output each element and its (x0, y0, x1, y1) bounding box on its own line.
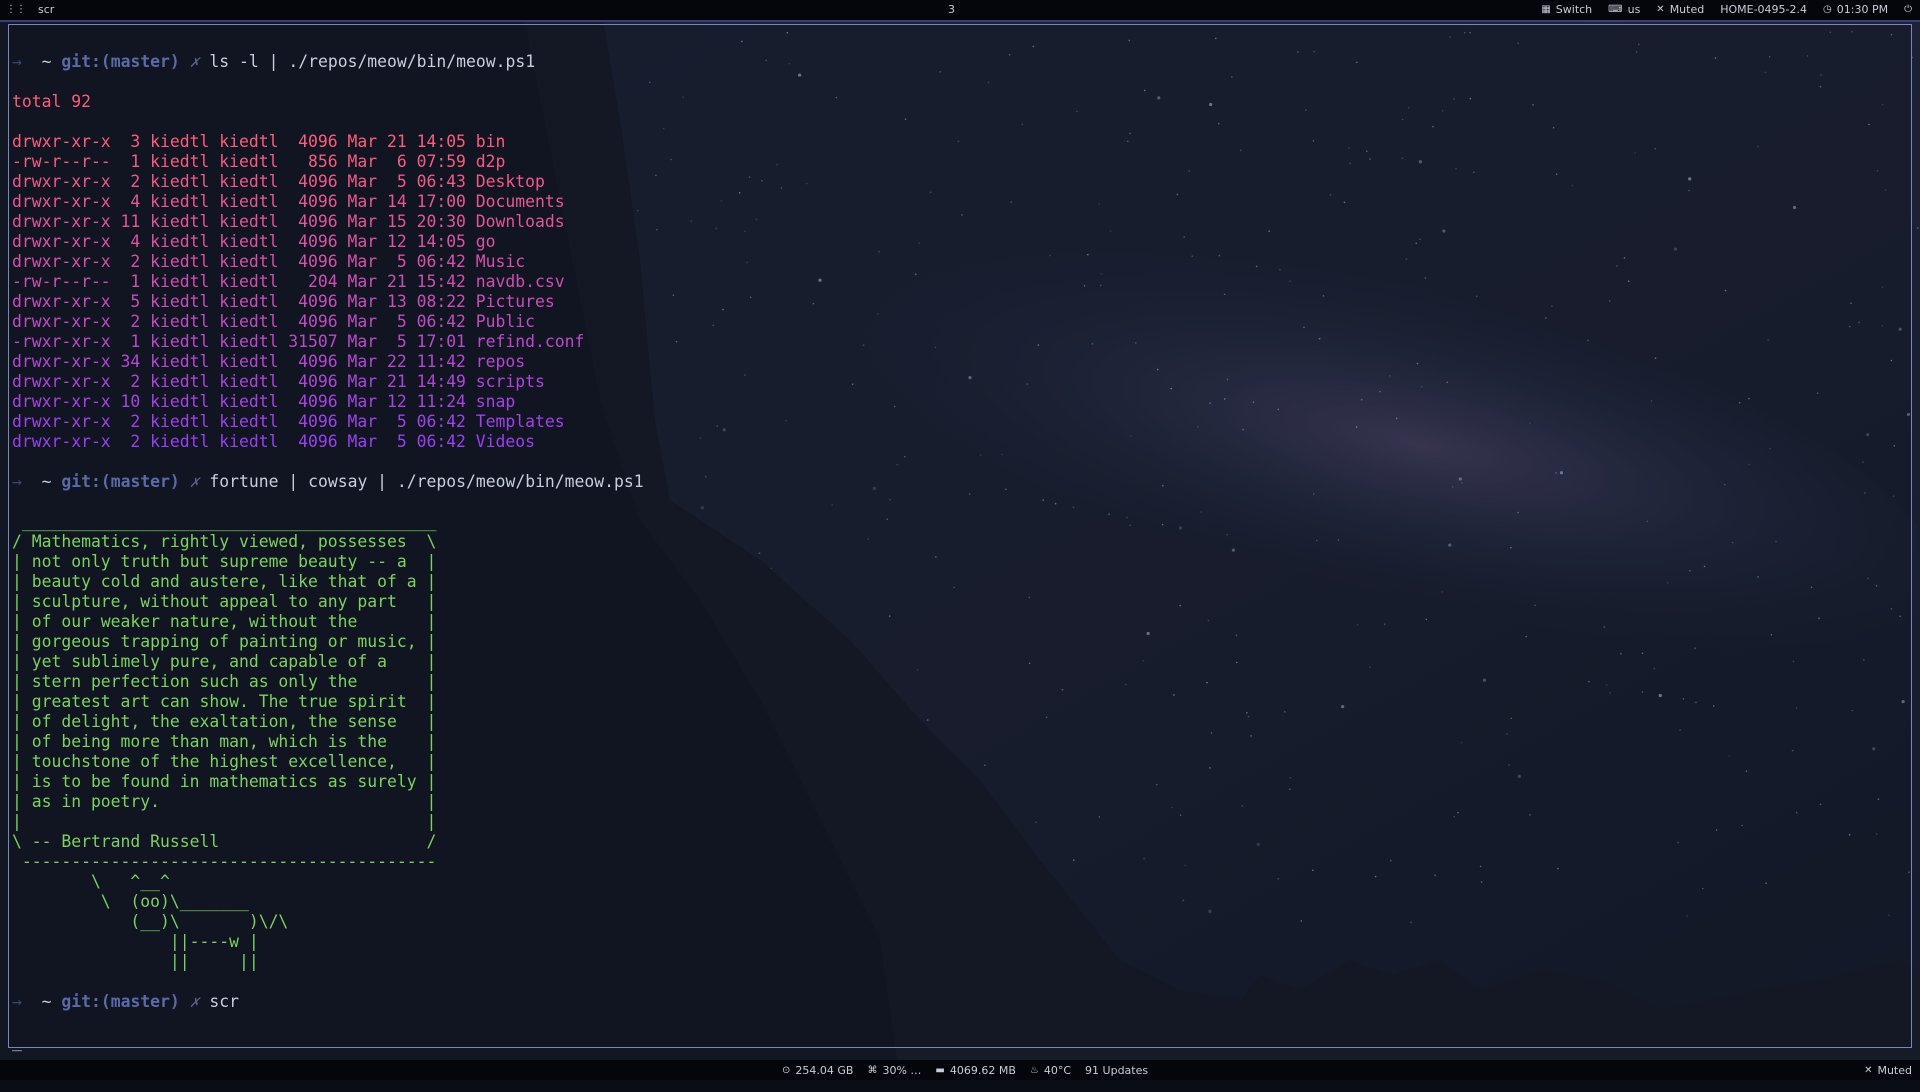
updates-status[interactable]: 91 Updates (1085, 1064, 1148, 1077)
cowsay-line: | gorgeous trapping of painting or music… (12, 632, 437, 651)
ls-entry: drwxr-xr-x 2 kiedtl kiedtl 4096 Mar 5 06… (12, 432, 536, 451)
cowsay-line: || || (12, 952, 259, 971)
switch-label: Switch (1555, 3, 1593, 16)
terminal-cursor[interactable]: _ (12, 1032, 644, 1052)
cowsay-line: | not only truth but supreme beauty -- a… (12, 552, 437, 571)
prompt-line: → ~ git:(master) ✗ scr (12, 992, 240, 1011)
grid-icon[interactable]: ⋮⋮ (6, 4, 26, 15)
cowsay-line: | as in poetry. | (12, 792, 437, 811)
ls-entry: drwxr-xr-x 2 kiedtl kiedtl 4096 Mar 5 06… (12, 252, 526, 271)
ls-entry: drwxr-xr-x 2 kiedtl kiedtl 4096 Mar 5 06… (12, 412, 565, 431)
cowsay-line: | greatest art can show. The true spirit… (12, 692, 437, 711)
cowsay-line: | of delight, the exaltation, the sense … (12, 712, 437, 731)
switch-icon: ▦ (1541, 4, 1551, 15)
volume-status-bottom[interactable]: ✕ Muted (1864, 1064, 1912, 1077)
cowsay-line: \ -- Bertrand Russell / (12, 832, 437, 851)
cowsay-line: \ ^__^ (12, 872, 170, 891)
cowsay-line: | yet sublimely pure, and capable of a | (12, 652, 437, 671)
ls-entry: drwxr-xr-x 34 kiedtl kiedtl 4096 Mar 22 … (12, 352, 526, 371)
memory-icon: ▬ (935, 1065, 945, 1076)
volume-muted-icon: ✕ (1656, 4, 1665, 15)
ls-entry: drwxr-xr-x 2 kiedtl kiedtl 4096 Mar 5 06… (12, 312, 536, 331)
terminal-window[interactable]: → ~ git:(master) ✗ ls -l | ./repos/meow/… (8, 24, 1912, 1051)
clock-icon: ◷ (1823, 4, 1832, 15)
ls-entry: drwxr-xr-x 2 kiedtl kiedtl 4096 Mar 5 06… (12, 172, 545, 191)
ls-entry: drwxr-xr-x 4 kiedtl kiedtl 4096 Mar 12 1… (12, 232, 496, 251)
switch-button[interactable]: ▦ Switch (1541, 3, 1592, 16)
app-name: scr (38, 3, 55, 16)
ls-entry: -rw-r--r-- 1 kiedtl kiedtl 856 Mar 6 07:… (12, 152, 506, 171)
bottom-status-bar: ⊙ 254.04 GB ⌘ 30% … ▬ 4069.62 MB ♨ 40°C … (0, 1060, 1920, 1080)
disk-icon: ⊙ (782, 1065, 791, 1076)
clock[interactable]: ◷ 01:30 PM (1823, 3, 1888, 16)
cowsay-line: | touchstone of the highest excellence, … (12, 752, 437, 771)
cowsay-line: | beauty cold and austere, like that of … (12, 572, 437, 591)
cowsay-line: | is to be found in mathematics as surel… (12, 772, 437, 791)
command-text: fortune | cowsay | ./repos/meow/bin/meow… (209, 472, 644, 491)
cpu-icon: ⌘ (867, 1065, 878, 1076)
temperature-icon: ♨ (1029, 1065, 1039, 1076)
volume-status[interactable]: ✕ Muted (1656, 3, 1704, 16)
ls-entry: drwxr-xr-x 4 kiedtl kiedtl 4096 Mar 14 1… (12, 192, 565, 211)
prompt-line: → ~ git:(master) ✗ ls -l | ./repos/meow/… (12, 52, 536, 71)
cpu-status: ⌘ 30% … (867, 1064, 922, 1077)
cowsay-line: ----------------------------------------… (12, 852, 437, 871)
cowsay-line: | sculpture, without appeal to any part … (12, 592, 437, 611)
cowsay-line: / Mathematics, rightly viewed, possesses… (12, 532, 437, 551)
ls-listing: drwxr-xr-x 3 kiedtl kiedtl 4096 Mar 21 1… (12, 132, 644, 452)
ls-entry: -rw-r--r-- 1 kiedtl kiedtl 204 Mar 21 15… (12, 272, 565, 291)
top-status-bar: ⋮⋮ scr 3 ▦ Switch ⌨ us ✕ Muted HOME-0495… (0, 0, 1920, 20)
clock-label: 01:30 PM (1836, 3, 1889, 16)
cowsay-line: | | (12, 812, 437, 831)
ls-entry: drwxr-xr-x 2 kiedtl kiedtl 4096 Mar 21 1… (12, 372, 545, 391)
power-icon[interactable]: ⏻ (1904, 4, 1912, 15)
temperature-status: ♨ 40°C (1029, 1064, 1072, 1077)
ls-entry: drwxr-xr-x 5 kiedtl kiedtl 4096 Mar 13 0… (12, 292, 555, 311)
cowsay-output: ________________________________________… (12, 512, 644, 972)
cowsay-line: | of our weaker nature, without the | (12, 612, 437, 631)
total-line: total 92 (12, 92, 91, 111)
volume-label: Muted (1669, 3, 1705, 16)
cowsay-line: | of being more than man, which is the | (12, 732, 437, 751)
ls-entry: drwxr-xr-x 10 kiedtl kiedtl 4096 Mar 12 … (12, 392, 516, 411)
ls-entry: -rwxr-xr-x 1 kiedtl kiedtl 31507 Mar 5 1… (12, 332, 585, 351)
top-divider (0, 20, 1920, 22)
cowsay-line: ||----w | (12, 932, 259, 951)
command-text: ls -l | ./repos/meow/bin/meow.ps1 (209, 52, 536, 71)
disk-status: ⊙ 254.04 GB (782, 1064, 854, 1077)
cowsay-line: | stern perfection such as only the | (12, 672, 437, 691)
hostname-label: HOME-0495-2.4 (1720, 3, 1808, 16)
cowsay-line: \ (oo)\_______ (12, 892, 249, 911)
cowsay-line: ________________________________________… (12, 512, 437, 531)
terminal-output: → ~ git:(master) ✗ ls -l | ./repos/meow/… (12, 32, 644, 1092)
prompt-line: → ~ git:(master) ✗ fortune | cowsay | ./… (12, 472, 644, 491)
ls-entry: drwxr-xr-x 3 kiedtl kiedtl 4096 Mar 21 1… (12, 132, 506, 151)
ls-entry: drwxr-xr-x 11 kiedtl kiedtl 4096 Mar 15 … (12, 212, 565, 231)
volume-muted-icon: ✕ (1864, 1065, 1873, 1076)
cowsay-line: (__)\ )\/\ (12, 912, 289, 931)
memory-status: ▬ 4069.62 MB (935, 1064, 1016, 1077)
star (1917, 227, 1919, 229)
keyboard-layout-label: us (1627, 3, 1641, 16)
keyboard-icon: ⌨ (1608, 4, 1623, 15)
keyboard-layout[interactable]: ⌨ us (1608, 3, 1640, 16)
hostname: HOME-0495-2.4 (1720, 3, 1807, 16)
command-text: scr (209, 992, 240, 1011)
workspace-indicator[interactable]: 3 (948, 3, 955, 16)
